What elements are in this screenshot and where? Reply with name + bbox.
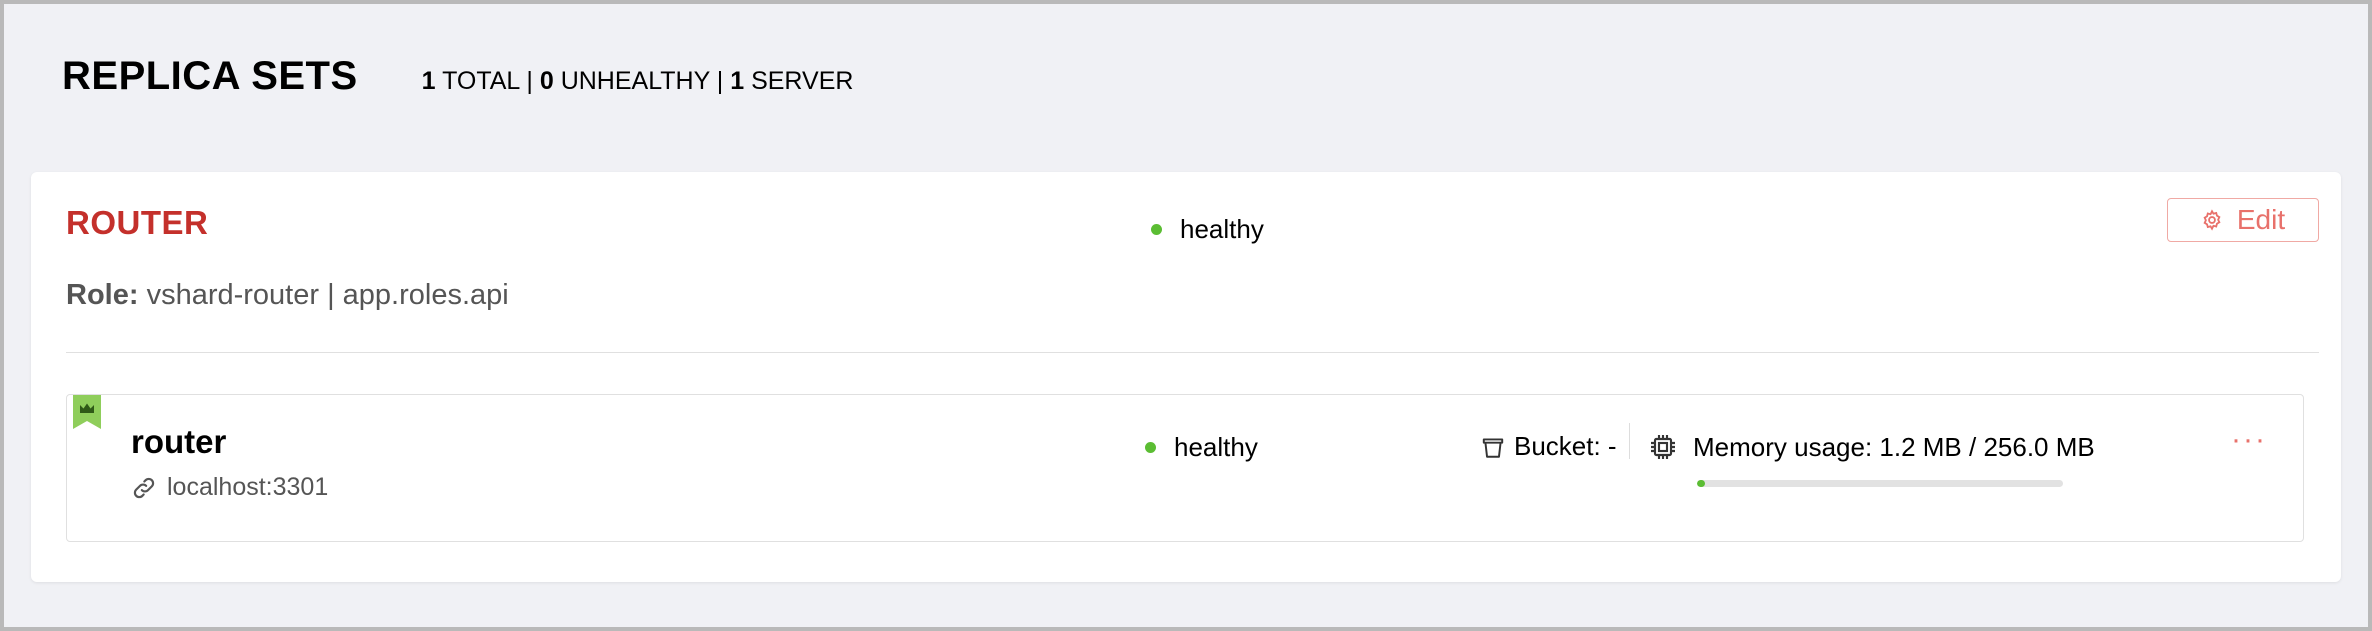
link-icon: [133, 477, 155, 498]
server-count: 1: [730, 67, 745, 95]
role-key: Role:: [66, 279, 139, 311]
server-status: healthy: [1145, 432, 1258, 463]
replicaset-name: ROUTER: [66, 204, 209, 241]
server-label: SERVER: [751, 67, 854, 95]
summary-separator: |: [716, 67, 724, 95]
status-dot: [1151, 224, 1162, 235]
total-count: 1: [421, 67, 436, 95]
replicaset-status: healthy: [1151, 214, 1264, 245]
server-status-label: healthy: [1174, 432, 1258, 462]
summary-separator: |: [526, 67, 533, 95]
replicaset-status-label: healthy: [1180, 214, 1264, 244]
bucket-icon: [1482, 437, 1504, 458]
replicaset-card: ROUTER healthy Edit Role: vshard-router …: [31, 172, 2341, 582]
bucket-label: Bucket: -: [1514, 431, 1617, 461]
separator: [1629, 423, 1630, 459]
memory-info: Memory usage: 1.2 MB / 256.0 MB: [1647, 431, 2095, 463]
replicaset-role: Role: vshard-router | app.roles.api: [66, 279, 509, 312]
bucket-info: Bucket: -: [1480, 431, 1617, 462]
memory-label: Memory usage: 1.2 MB / 256.0 MB: [1693, 431, 2095, 462]
chip-icon: [1651, 435, 1675, 459]
server-name: router: [131, 423, 227, 460]
server-uri: localhost:3301: [131, 473, 328, 502]
unhealthy-label: UNHEALTHY: [560, 67, 710, 95]
edit-button-label: Edit: [2236, 204, 2286, 235]
role-value: vshard-router | app.roles.api: [146, 279, 509, 311]
page-header: REPLICA SETS 1 TOTAL | 0 UNHEALTHY | 1 S…: [62, 54, 853, 99]
crown-flag-icon: [73, 395, 101, 429]
gear-icon: [2203, 209, 2221, 231]
server-uri-label: localhost:3301: [167, 473, 329, 501]
divider: [66, 352, 2319, 353]
page-title: REPLICA SETS: [62, 54, 358, 98]
unhealthy-count: 0: [539, 67, 554, 95]
edit-button[interactable]: Edit: [2167, 198, 2319, 242]
total-label: TOTAL: [442, 67, 520, 95]
replicaset-summary: 1 TOTAL | 0 UNHEALTHY | 1 SERVER: [422, 67, 854, 96]
more-icon[interactable]: ···: [2231, 425, 2267, 455]
memory-progress-bar: [1697, 480, 2063, 487]
memory-progress-fill: [1697, 480, 1706, 487]
status-dot: [1145, 442, 1156, 453]
server-row[interactable]: router localhost:3301 healthy Bucket: -: [66, 394, 2304, 542]
